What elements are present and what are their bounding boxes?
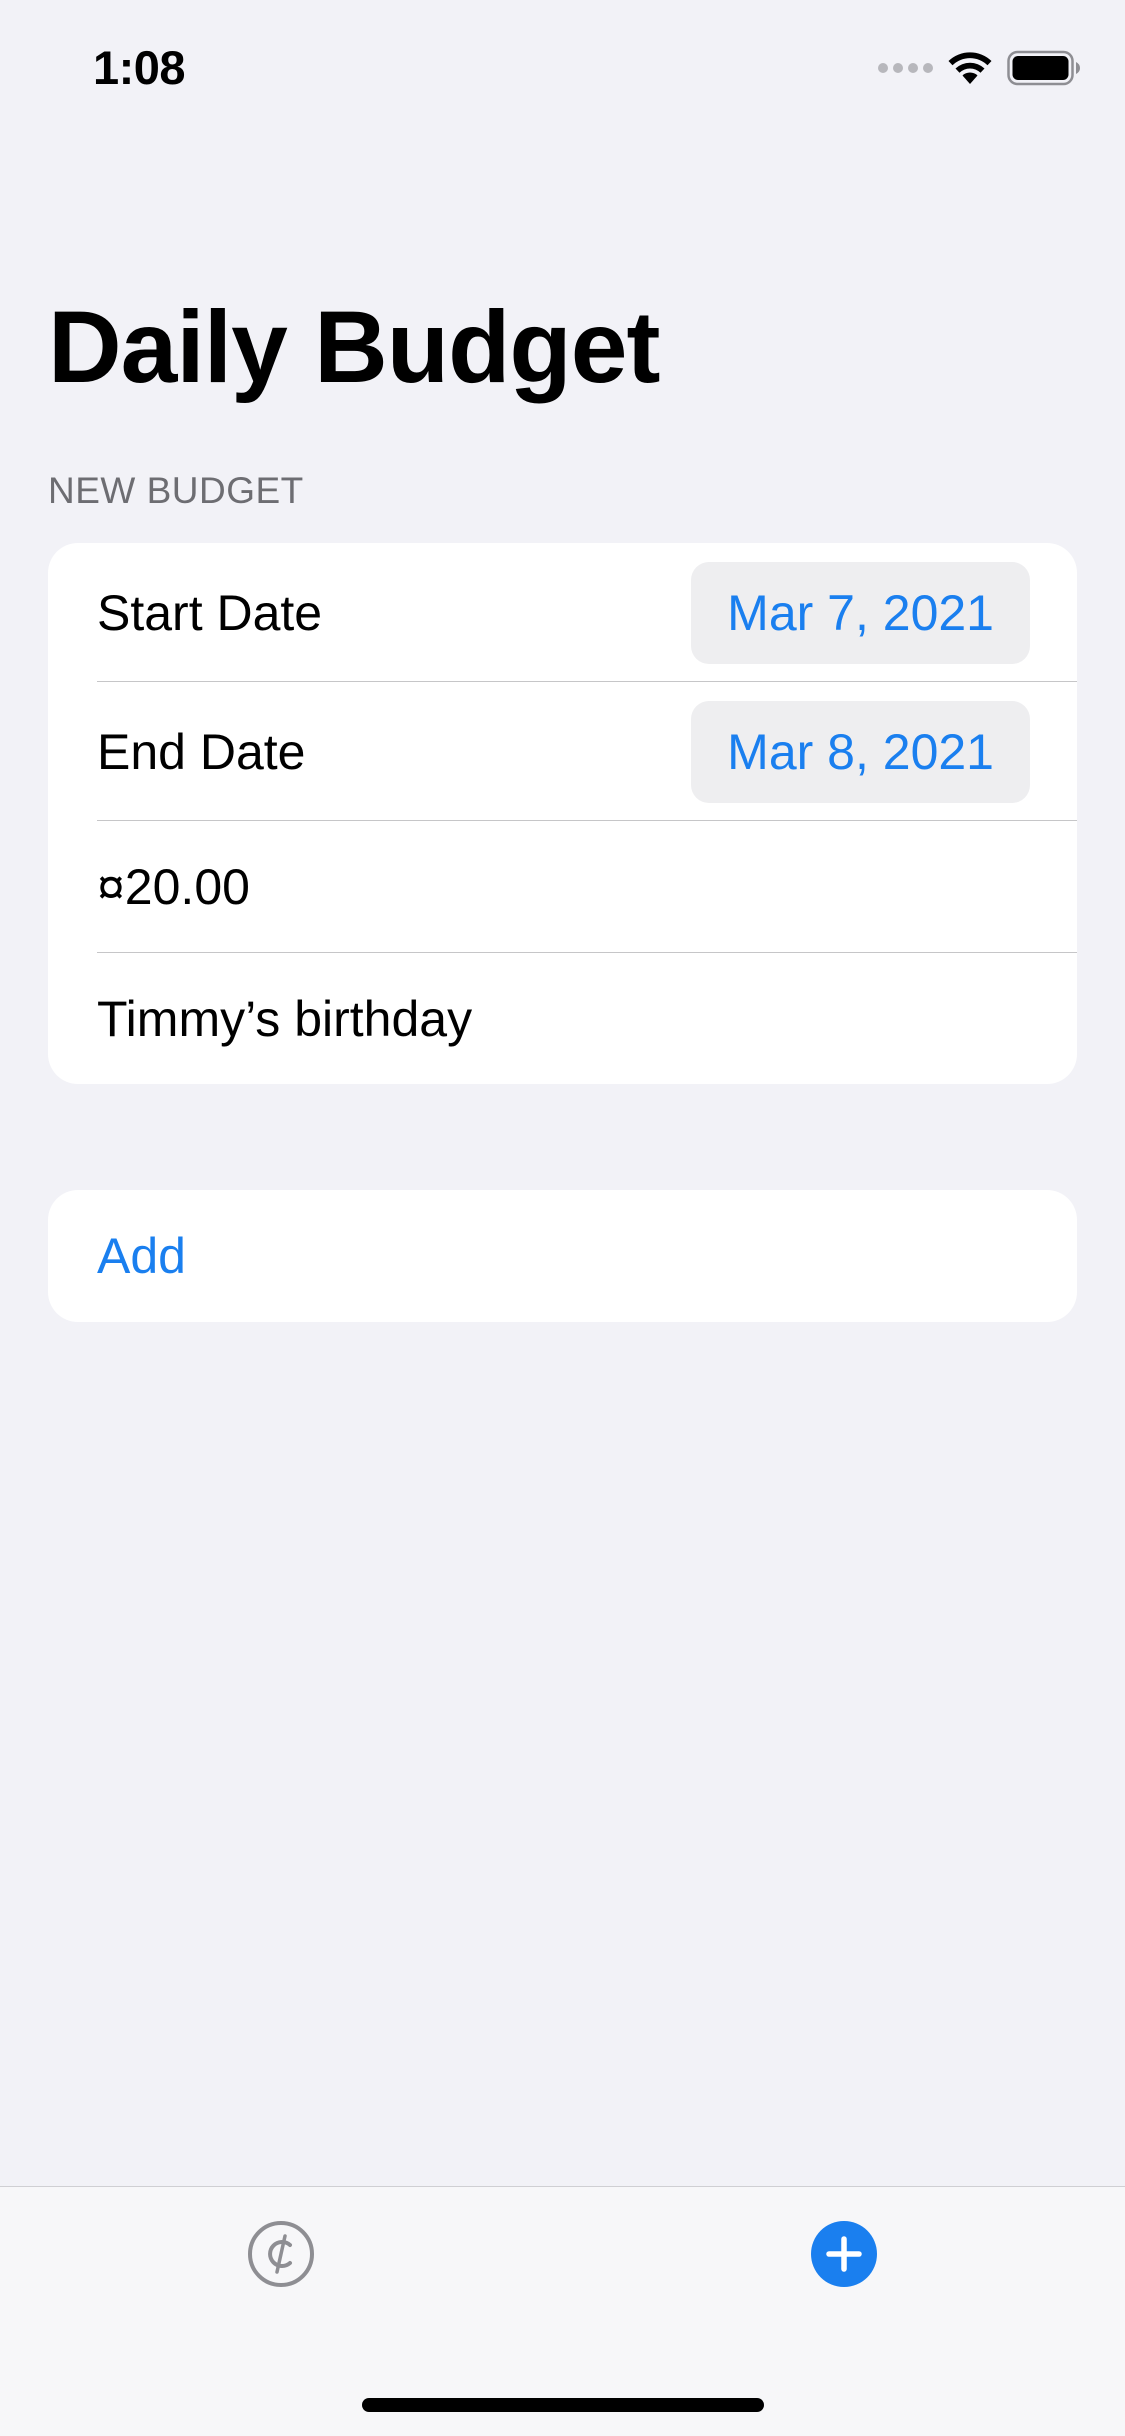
home-indicator — [362, 2398, 764, 2412]
cent-circle-icon — [248, 2221, 314, 2287]
status-bar: 1:08 — [0, 0, 1125, 140]
end-date-row: End Date Mar 8, 2021 — [48, 682, 1077, 821]
tab-new-budget[interactable] — [809, 2219, 879, 2289]
note-value: Timmy’s birthday — [97, 991, 473, 1047]
page-title: Daily Budget — [48, 290, 660, 404]
wifi-icon — [948, 52, 992, 84]
amount-value: ¤20.00 — [97, 859, 250, 915]
start-date-row: Start Date Mar 7, 2021 — [48, 543, 1077, 682]
add-button[interactable]: Add — [48, 1190, 1077, 1322]
note-field[interactable]: Timmy’s birthday — [48, 953, 1077, 1084]
end-date-label: End Date — [97, 723, 306, 780]
end-date-picker[interactable]: Mar 8, 2021 — [691, 700, 1030, 803]
tab-budgets[interactable] — [246, 2219, 316, 2289]
start-date-picker[interactable]: Mar 7, 2021 — [691, 561, 1030, 664]
cellular-signal-icon — [878, 63, 933, 73]
add-card: Add — [48, 1190, 1077, 1322]
section-header: NEW BUDGET — [48, 470, 304, 511]
plus-circle-fill-icon — [811, 2221, 877, 2287]
amount-field[interactable]: ¤20.00 — [48, 821, 1077, 953]
add-button-label: Add — [97, 1228, 186, 1284]
start-date-label: Start Date — [97, 584, 323, 641]
status-time: 1:08 — [93, 41, 186, 94]
battery-icon — [1007, 50, 1080, 86]
status-icons — [878, 46, 1081, 90]
new-budget-form: Start Date Mar 7, 2021 End Date Mar 8, 2… — [48, 543, 1077, 1084]
